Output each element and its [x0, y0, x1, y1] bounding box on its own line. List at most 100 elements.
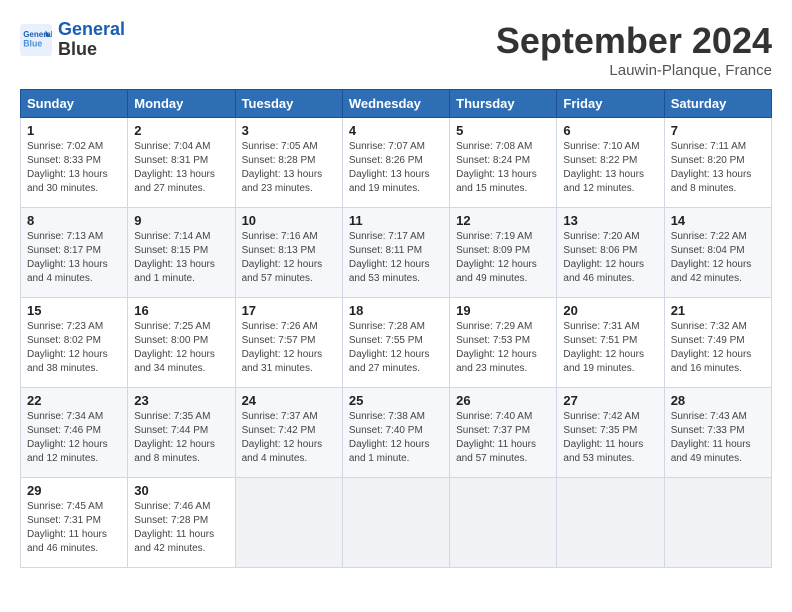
- calendar-cell: 29 Sunrise: 7:45 AM Sunset: 7:31 PM Dayli…: [21, 478, 128, 568]
- day-number: 27: [563, 393, 657, 408]
- day-number: 4: [349, 123, 443, 138]
- page-header: General Blue GeneralBlue September 2024 …: [20, 20, 772, 79]
- calendar-cell: 10Sunrise: 7:16 AM Sunset: 8:13 PM Dayli…: [235, 208, 342, 298]
- calendar-cell: [557, 478, 664, 568]
- calendar-cell: [235, 478, 342, 568]
- weekday-header-sunday: Sunday: [21, 90, 128, 118]
- day-number: 25: [349, 393, 443, 408]
- day-detail: Sunrise: 7:22 AM Sunset: 8:04 PM Dayligh…: [671, 230, 765, 286]
- calendar-cell: [664, 478, 771, 568]
- calendar-cell: 6 Sunrise: 7:10 AM Sunset: 8:22 PM Daylig…: [557, 118, 664, 208]
- day-number: 6: [563, 123, 657, 138]
- day-detail: Sunrise: 7:16 AM Sunset: 8:13 PM Dayligh…: [242, 230, 336, 286]
- day-detail: Sunrise: 7:25 AM Sunset: 8:00 PM Dayligh…: [134, 320, 228, 376]
- day-number: 19: [456, 303, 550, 318]
- calendar-week-row: 29 Sunrise: 7:45 AM Sunset: 7:31 PM Dayli…: [21, 478, 772, 568]
- day-detail: Sunrise: 7:02 AM Sunset: 8:33 PM Dayligh…: [27, 140, 121, 196]
- calendar-cell: 16 Sunrise: 7:25 AM Sunset: 8:00 PM Dayli…: [128, 298, 235, 388]
- logo: General Blue GeneralBlue: [20, 20, 125, 60]
- day-number: 20: [563, 303, 657, 318]
- calendar-cell: 26 Sunrise: 7:40 AM Sunset: 7:37 PM Dayli…: [450, 388, 557, 478]
- day-number: 24: [242, 393, 336, 408]
- day-detail: Sunrise: 7:28 AM Sunset: 7:55 PM Dayligh…: [349, 320, 443, 376]
- calendar-cell: 9 Sunrise: 7:14 AM Sunset: 8:15 PM Daylig…: [128, 208, 235, 298]
- day-detail: Sunrise: 7:34 AM Sunset: 7:46 PM Dayligh…: [27, 410, 121, 466]
- day-number: 15: [27, 303, 121, 318]
- calendar-cell: 5 Sunrise: 7:08 AM Sunset: 8:24 PM Daylig…: [450, 118, 557, 208]
- calendar-cell: 7Sunrise: 7:11 AM Sunset: 8:20 PM Daylig…: [664, 118, 771, 208]
- weekday-header-thursday: Thursday: [450, 90, 557, 118]
- day-number: 11: [349, 213, 443, 228]
- calendar-cell: 28Sunrise: 7:43 AM Sunset: 7:33 PM Dayli…: [664, 388, 771, 478]
- day-detail: Sunrise: 7:31 AM Sunset: 7:51 PM Dayligh…: [563, 320, 657, 376]
- logo-text: GeneralBlue: [58, 20, 125, 60]
- day-detail: Sunrise: 7:08 AM Sunset: 8:24 PM Dayligh…: [456, 140, 550, 196]
- day-detail: Sunrise: 7:14 AM Sunset: 8:15 PM Dayligh…: [134, 230, 228, 286]
- calendar-cell: 17 Sunrise: 7:26 AM Sunset: 7:57 PM Dayli…: [235, 298, 342, 388]
- calendar-cell: 25 Sunrise: 7:38 AM Sunset: 7:40 PM Dayli…: [342, 388, 449, 478]
- calendar-week-row: 8Sunrise: 7:13 AM Sunset: 8:17 PM Daylig…: [21, 208, 772, 298]
- day-number: 1: [27, 123, 121, 138]
- calendar-cell: 21 Sunrise: 7:32 AM Sunset: 7:49 PM Dayli…: [664, 298, 771, 388]
- calendar-cell: 12 Sunrise: 7:19 AM Sunset: 8:09 PM Dayli…: [450, 208, 557, 298]
- day-detail: Sunrise: 7:43 AM Sunset: 7:33 PM Dayligh…: [671, 410, 765, 466]
- calendar-cell: 2 Sunrise: 7:04 AM Sunset: 8:31 PM Daylig…: [128, 118, 235, 208]
- day-detail: Sunrise: 7:40 AM Sunset: 7:37 PM Dayligh…: [456, 410, 550, 466]
- day-detail: Sunrise: 7:38 AM Sunset: 7:40 PM Dayligh…: [349, 410, 443, 466]
- calendar-table: SundayMondayTuesdayWednesdayThursdayFrid…: [20, 89, 772, 568]
- day-number: 17: [242, 303, 336, 318]
- day-detail: Sunrise: 7:26 AM Sunset: 7:57 PM Dayligh…: [242, 320, 336, 376]
- day-detail: Sunrise: 7:05 AM Sunset: 8:28 PM Dayligh…: [242, 140, 336, 196]
- day-number: 5: [456, 123, 550, 138]
- day-detail: Sunrise: 7:32 AM Sunset: 7:49 PM Dayligh…: [671, 320, 765, 376]
- day-number: 3: [242, 123, 336, 138]
- calendar-cell: 19 Sunrise: 7:29 AM Sunset: 7:53 PM Dayli…: [450, 298, 557, 388]
- day-detail: Sunrise: 7:46 AM Sunset: 7:28 PM Dayligh…: [134, 500, 228, 556]
- day-detail: Sunrise: 7:19 AM Sunset: 8:09 PM Dayligh…: [456, 230, 550, 286]
- day-number: 13: [563, 213, 657, 228]
- calendar-cell: 20 Sunrise: 7:31 AM Sunset: 7:51 PM Dayli…: [557, 298, 664, 388]
- day-number: 26: [456, 393, 550, 408]
- calendar-cell: 1 Sunrise: 7:02 AM Sunset: 8:33 PM Daylig…: [21, 118, 128, 208]
- calendar-week-row: 1 Sunrise: 7:02 AM Sunset: 8:33 PM Daylig…: [21, 118, 772, 208]
- day-number: 30: [134, 483, 228, 498]
- day-detail: Sunrise: 7:07 AM Sunset: 8:26 PM Dayligh…: [349, 140, 443, 196]
- weekday-header-friday: Friday: [557, 90, 664, 118]
- day-detail: Sunrise: 7:23 AM Sunset: 8:02 PM Dayligh…: [27, 320, 121, 376]
- calendar-cell: 15 Sunrise: 7:23 AM Sunset: 8:02 PM Dayli…: [21, 298, 128, 388]
- day-detail: Sunrise: 7:20 AM Sunset: 8:06 PM Dayligh…: [563, 230, 657, 286]
- calendar-cell: 3 Sunrise: 7:05 AM Sunset: 8:28 PM Daylig…: [235, 118, 342, 208]
- day-number: 16: [134, 303, 228, 318]
- weekday-header-row: SundayMondayTuesdayWednesdayThursdayFrid…: [21, 90, 772, 118]
- day-detail: Sunrise: 7:29 AM Sunset: 7:53 PM Dayligh…: [456, 320, 550, 376]
- day-detail: Sunrise: 7:45 AM Sunset: 7:31 PM Dayligh…: [27, 500, 121, 556]
- day-detail: Sunrise: 7:10 AM Sunset: 8:22 PM Dayligh…: [563, 140, 657, 196]
- weekday-header-wednesday: Wednesday: [342, 90, 449, 118]
- day-detail: Sunrise: 7:37 AM Sunset: 7:42 PM Dayligh…: [242, 410, 336, 466]
- day-detail: Sunrise: 7:11 AM Sunset: 8:20 PM Dayligh…: [671, 140, 765, 196]
- day-number: 29: [27, 483, 121, 498]
- day-number: 23: [134, 393, 228, 408]
- month-title: September 2024: [496, 20, 772, 62]
- calendar-cell: 11 Sunrise: 7:17 AM Sunset: 8:11 PM Dayli…: [342, 208, 449, 298]
- calendar-cell: 24 Sunrise: 7:37 AM Sunset: 7:42 PM Dayli…: [235, 388, 342, 478]
- calendar-cell: 13 Sunrise: 7:20 AM Sunset: 8:06 PM Dayli…: [557, 208, 664, 298]
- day-number: 18: [349, 303, 443, 318]
- calendar-cell: 27 Sunrise: 7:42 AM Sunset: 7:35 PM Dayli…: [557, 388, 664, 478]
- day-number: 21: [671, 303, 765, 318]
- location: Lauwin-Planque, France: [496, 62, 772, 79]
- svg-text:Blue: Blue: [23, 38, 42, 48]
- weekday-header-tuesday: Tuesday: [235, 90, 342, 118]
- day-detail: Sunrise: 7:42 AM Sunset: 7:35 PM Dayligh…: [563, 410, 657, 466]
- day-number: 9: [134, 213, 228, 228]
- day-number: 14: [671, 213, 765, 228]
- day-detail: Sunrise: 7:13 AM Sunset: 8:17 PM Dayligh…: [27, 230, 121, 286]
- day-number: 12: [456, 213, 550, 228]
- calendar-cell: [342, 478, 449, 568]
- calendar-cell: 22Sunrise: 7:34 AM Sunset: 7:46 PM Dayli…: [21, 388, 128, 478]
- calendar-cell: 14 Sunrise: 7:22 AM Sunset: 8:04 PM Dayli…: [664, 208, 771, 298]
- day-detail: Sunrise: 7:04 AM Sunset: 8:31 PM Dayligh…: [134, 140, 228, 196]
- logo-icon: General Blue: [20, 24, 52, 56]
- day-number: 2: [134, 123, 228, 138]
- day-detail: Sunrise: 7:17 AM Sunset: 8:11 PM Dayligh…: [349, 230, 443, 286]
